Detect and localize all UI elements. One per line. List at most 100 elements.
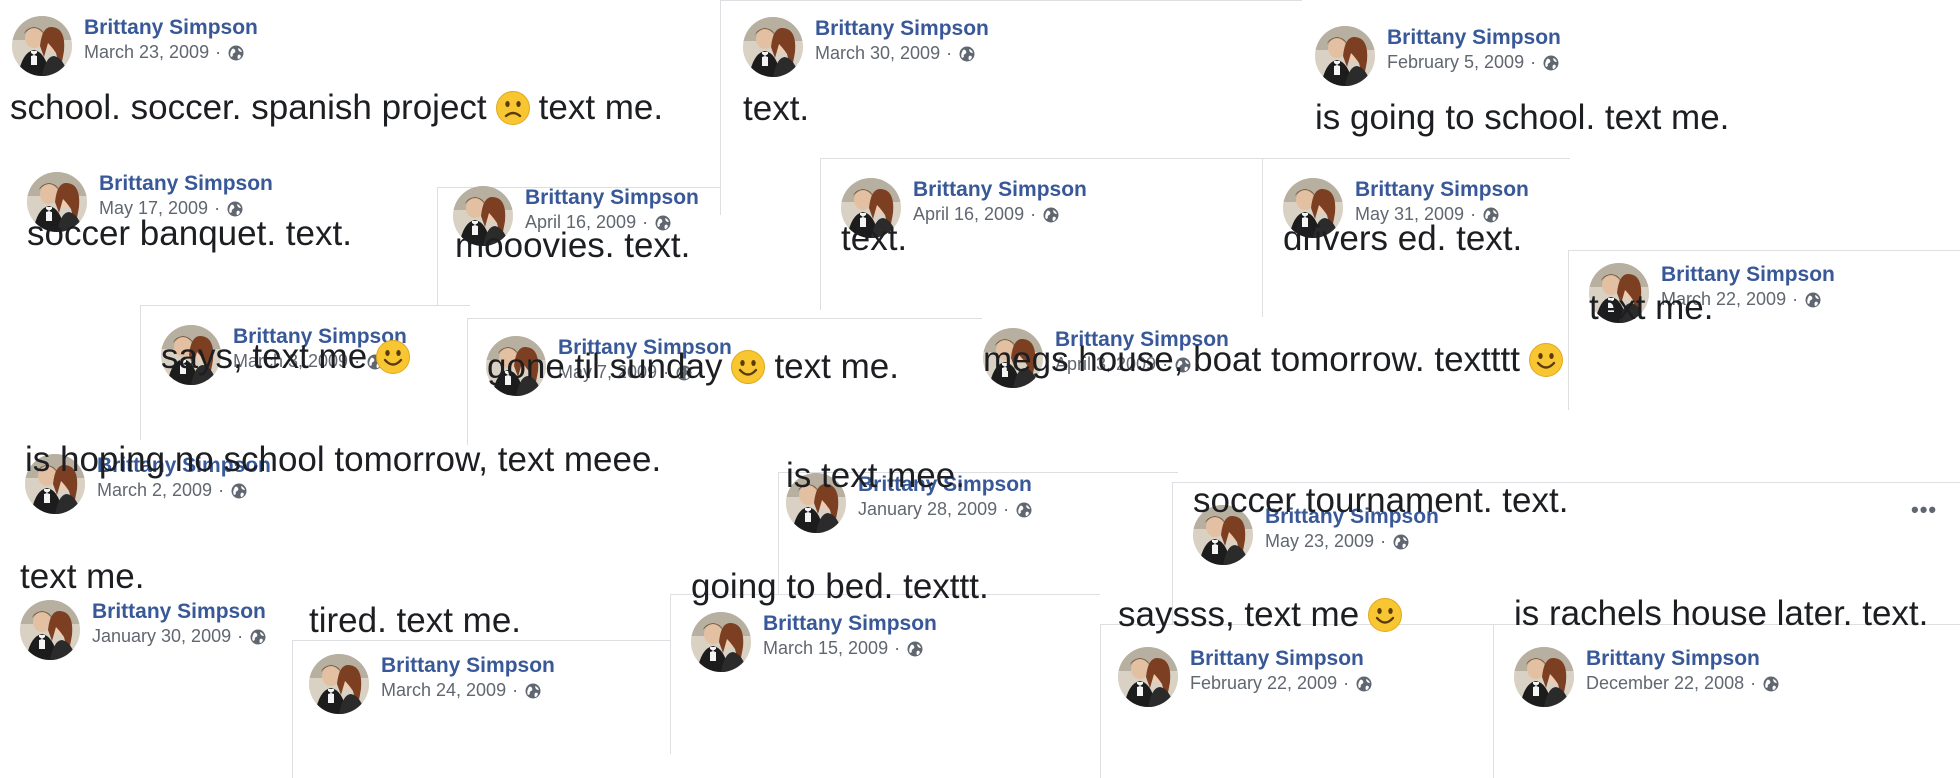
post-date[interactable]: December 22, 2008 <box>1586 673 1744 694</box>
author-name[interactable]: Brittany Simpson <box>92 600 266 624</box>
post-text-main: is text mee. <box>786 456 965 495</box>
post-text: text. <box>743 89 809 129</box>
post-text: soccer banquet. text. <box>27 214 352 254</box>
profile-avatar[interactable] <box>691 612 751 672</box>
post-text-main: text me. <box>20 557 145 596</box>
post-card: Brittany Simpson March 15, 2009 · going to… <box>670 567 1100 754</box>
post-date[interactable]: January 30, 2009 <box>92 626 231 647</box>
globe-icon[interactable] <box>524 682 542 700</box>
post-text: is going to school. text me. <box>1315 98 1729 138</box>
post-text-main: is rachels house later. text. <box>1514 594 1929 633</box>
post-card: Brittany Simpson January 30, 2009 · text m… <box>0 557 300 778</box>
post-date[interactable]: March 24, 2009 <box>381 680 506 701</box>
meta-separator: · <box>218 480 225 500</box>
post-text: soccer tournament. text. <box>1193 481 1568 521</box>
post-meta: March 15, 2009 · <box>763 638 924 659</box>
meta-separator: · <box>1792 289 1799 309</box>
author-name[interactable]: Brittany Simpson <box>99 172 273 196</box>
post-meta: March 2, 2009 · <box>97 480 248 501</box>
post-text: megs house, boat tomorrow. textttt <box>983 340 1572 380</box>
post-text: is hoping no school tomorrow, text meee. <box>25 440 661 480</box>
author-name[interactable]: Brittany Simpson <box>913 178 1087 202</box>
post-text: says, text me <box>161 337 419 377</box>
meta-separator: · <box>1343 673 1350 693</box>
post-meta: March 30, 2009 · <box>815 43 976 64</box>
meta-separator: · <box>946 43 953 63</box>
post-meta: April 16, 2009 · <box>913 204 1060 225</box>
profile-avatar[interactable] <box>1118 647 1178 707</box>
post-date[interactable]: May 23, 2009 <box>1265 531 1374 552</box>
post-date[interactable]: March 30, 2009 <box>815 43 940 64</box>
post-text: gone til sunday text me. <box>487 347 899 387</box>
meta-separator: · <box>215 42 222 62</box>
post-card: Brittany Simpson December 22, 2008 · is ra… <box>1493 594 1960 778</box>
profile-avatar[interactable] <box>1315 26 1375 86</box>
meta-separator: · <box>237 626 244 646</box>
post-text: is text mee. <box>786 456 965 496</box>
profile-avatar[interactable] <box>743 17 803 77</box>
post-text: mooovies. text. <box>455 226 690 266</box>
globe-icon[interactable] <box>249 628 267 646</box>
author-name[interactable]: Brittany Simpson <box>84 16 258 40</box>
globe-icon[interactable] <box>1042 206 1060 224</box>
post-card: Brittany Simpson March 24, 2009 · tired. t… <box>292 601 672 778</box>
globe-icon[interactable] <box>1804 291 1822 309</box>
post-date[interactable]: March 23, 2009 <box>84 42 209 63</box>
post-text: saysss, text me <box>1118 595 1411 635</box>
post-card: Brittany Simpson March 22, 2009 · text me. <box>1568 250 1960 410</box>
post-meta: March 24, 2009 · <box>381 680 542 701</box>
post-meta: February 5, 2009 · <box>1387 52 1560 73</box>
post-card: Brittany Simpson February 5, 2009 · is goi… <box>1302 0 1960 163</box>
meta-separator: · <box>1030 204 1037 224</box>
post-text-main: is going to school. text me. <box>1315 98 1730 137</box>
profile-avatar[interactable] <box>12 16 72 76</box>
profile-avatar[interactable] <box>1514 647 1574 707</box>
author-name[interactable]: Brittany Simpson <box>1661 263 1835 287</box>
author-name[interactable]: Brittany Simpson <box>763 612 937 636</box>
confused-face-emoji <box>495 90 531 126</box>
post-card: Brittany Simpson February 22, 2009 · sayss… <box>1100 595 1495 778</box>
globe-icon[interactable] <box>230 482 248 500</box>
profile-avatar[interactable] <box>309 654 369 714</box>
globe-icon[interactable] <box>1015 501 1033 519</box>
author-name[interactable]: Brittany Simpson <box>381 654 555 678</box>
post-date[interactable]: March 15, 2009 <box>763 638 888 659</box>
globe-icon[interactable] <box>958 45 976 63</box>
globe-icon[interactable] <box>906 640 924 658</box>
smiling-face-emoji <box>1367 597 1403 633</box>
author-name[interactable]: Brittany Simpson <box>1387 26 1561 50</box>
smiling-face-emoji <box>730 349 766 385</box>
post-text-main: soccer banquet. text. <box>27 214 352 253</box>
post-date[interactable]: April 16, 2009 <box>913 204 1024 225</box>
post-text-main: tired. text me. <box>309 601 522 640</box>
meta-separator: · <box>1530 52 1537 72</box>
post-date[interactable]: January 28, 2009 <box>858 499 997 520</box>
post-text-main: mooovies. text. <box>455 226 691 265</box>
meta-separator: · <box>894 638 901 658</box>
post-text-main: is hoping no school tomorrow, text meee. <box>25 440 662 479</box>
post-text: tired. text me. <box>309 601 521 641</box>
post-date[interactable]: February 22, 2009 <box>1190 673 1337 694</box>
meta-separator: · <box>1380 531 1387 551</box>
post-date[interactable]: March 2, 2009 <box>97 480 212 501</box>
post-date[interactable]: February 5, 2009 <box>1387 52 1524 73</box>
post-card: Brittany Simpson April 3, 2009 · megs hous… <box>980 320 1566 480</box>
globe-icon[interactable] <box>1762 675 1780 693</box>
post-meta: February 22, 2009 · <box>1190 673 1373 694</box>
globe-icon[interactable] <box>1542 54 1560 72</box>
globe-icon[interactable] <box>1392 533 1410 551</box>
author-name[interactable]: Brittany Simpson <box>1586 647 1760 671</box>
post-text-main: saysss, text me <box>1118 595 1360 634</box>
globe-icon[interactable] <box>227 44 245 62</box>
author-name[interactable]: Brittany Simpson <box>1355 178 1529 202</box>
post-text-main: school. soccer. spanish project <box>10 88 487 127</box>
globe-icon[interactable] <box>1355 675 1373 693</box>
smiling-face-emoji <box>375 339 411 375</box>
author-name[interactable]: Brittany Simpson <box>815 17 989 41</box>
author-name[interactable]: Brittany Simpson <box>1190 647 1364 671</box>
more-options-icon[interactable]: ••• <box>1911 497 1937 523</box>
post-text: text me. <box>1589 288 1713 328</box>
profile-avatar[interactable] <box>20 600 80 660</box>
post-text: going to bed. texttt. <box>691 567 989 607</box>
author-name[interactable]: Brittany Simpson <box>525 186 699 210</box>
